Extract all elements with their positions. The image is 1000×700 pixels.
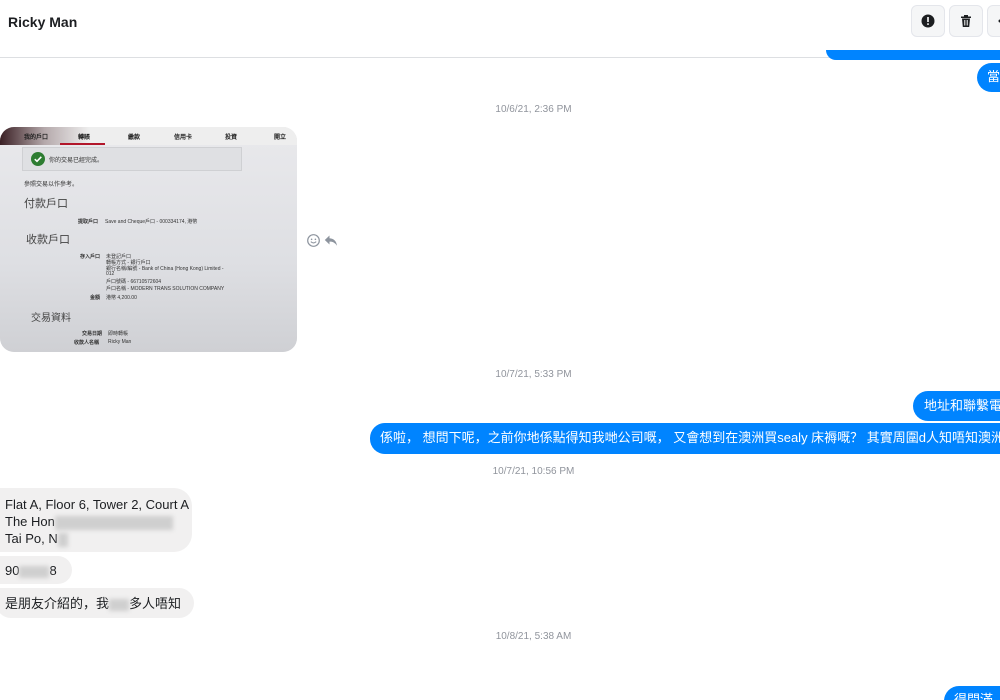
txn-person-label: 收款人名稱	[74, 340, 100, 346]
smile-icon[interactable]	[307, 234, 320, 247]
receive-line: 銀行名稱/編號 - Bank of China (Hong Kong) Limi…	[106, 266, 224, 272]
txn-date-value: 即時轉帳	[108, 331, 129, 337]
receive-line: 戶口號碼 - 66710572604	[106, 279, 162, 285]
bank-receipt-photo: 我的戶口 轉賬 繳款 信用卡 投資 開立 你的交易已經完成。 參照交易以作參考。…	[0, 127, 297, 352]
photo-tab: 我的戶口	[24, 135, 49, 141]
more-button[interactable]	[987, 5, 1000, 37]
message-text: 係啦， 想問下呢，之前你地係點得知我哋公司嘅， 又會想到在澳洲買sealy 床褥…	[380, 430, 1000, 445]
image-attachment[interactable]: 我的戶口 轉賬 繳款 信用卡 投資 開立 你的交易已經完成。 參照交易以作參考。…	[0, 127, 297, 352]
contact-name[interactable]: Ricky Man	[8, 14, 77, 30]
redacted-block	[57, 532, 68, 547]
photo-tab: 開立	[274, 135, 287, 141]
txn-person-value: Ricky Man	[108, 339, 132, 345]
message-out[interactable]: 地址和聯繫電	[913, 391, 1000, 421]
check-circle-icon	[31, 152, 45, 166]
message-text: 是朋友介紹的，我	[5, 596, 110, 611]
message-out[interactable]: 當	[977, 63, 1000, 92]
message-out[interactable]: 係啦， 想問下呢，之前你地係點得知我哋公司嘅， 又會想到在澳洲買sealy 床褥…	[370, 423, 1000, 454]
message-text: 當	[987, 69, 1000, 84]
photo-tab: 繳款	[128, 135, 141, 141]
section-pay: 付款戶口	[24, 198, 68, 210]
photo-tab-bar: 我的戶口 轉賬 繳款 信用卡 投資 開立	[0, 127, 297, 145]
address-line-wrap: The Hon	[5, 513, 192, 530]
message-in[interactable]: 90 8	[0, 556, 72, 584]
phone-text: 8	[49, 563, 57, 578]
message-in[interactable]: 是朋友介紹的，我 多人唔知	[0, 588, 194, 618]
message-text: 多人唔知	[129, 596, 182, 611]
info-button[interactable]	[911, 5, 945, 37]
active-tab-underline	[60, 143, 105, 145]
redacted-block	[109, 598, 130, 611]
redacted-block	[19, 565, 50, 578]
receive-label: 存入戶口	[80, 254, 101, 260]
timestamp: 10/7/21, 5:33 PM	[495, 369, 572, 380]
success-message: 你的交易已經完成。	[49, 158, 104, 164]
photo-tab: 信用卡	[174, 135, 193, 141]
receive-line: 012	[106, 271, 115, 277]
txn-date-label: 交易日期	[82, 331, 103, 337]
pay-label: 提取戶口	[78, 219, 99, 225]
amount-value: 港幣 4,200.00	[106, 295, 137, 301]
message-text: 得問滿	[954, 692, 994, 700]
address-line: The Hon	[5, 514, 55, 529]
timestamp: 10/8/21, 5:38 AM	[495, 631, 572, 642]
message-in[interactable]: Flat A, Floor 6, Tower 2, Court A The Ho…	[0, 488, 192, 552]
success-box: 你的交易已經完成。	[22, 147, 242, 171]
info-icon	[921, 14, 935, 28]
timestamp: 10/7/21, 10:56 PM	[492, 466, 575, 477]
message-out-partial	[826, 50, 1000, 60]
reference-line: 參照交易以作參考。	[24, 182, 79, 188]
message-text: 地址和聯繫電	[924, 398, 1000, 413]
chat-window: Ricky Man 當 10/6/21, 2:36 PM 我的戶口 轉賬 繳款 …	[0, 0, 1000, 700]
phone-text: 90	[5, 563, 20, 578]
receive-line: 戶口名稱 - MODERN TRANS SOLUTION COMPANY	[106, 286, 225, 292]
amount-label: 金額	[90, 295, 101, 301]
message-out[interactable]: 得問滿	[944, 686, 1000, 700]
section-transaction: 交易資料	[31, 313, 71, 324]
address-line-wrap: Tai Po, N	[5, 530, 192, 547]
trash-icon	[961, 15, 971, 27]
timestamp: 10/6/21, 2:36 PM	[495, 104, 572, 115]
photo-tab: 轉賬	[78, 135, 91, 141]
reply-icon[interactable]	[324, 234, 338, 247]
pay-value: Save and Cheque戶口 - 000334174, 港幣	[105, 219, 198, 225]
section-receive: 收款戶口	[26, 234, 70, 246]
delete-button[interactable]	[949, 5, 983, 37]
redacted-block	[54, 515, 173, 530]
address-line: Flat A, Floor 6, Tower 2, Court A	[5, 497, 190, 512]
address-line: Tai Po, N	[5, 531, 58, 546]
message-actions	[307, 234, 338, 247]
photo-tab: 投資	[225, 135, 238, 141]
